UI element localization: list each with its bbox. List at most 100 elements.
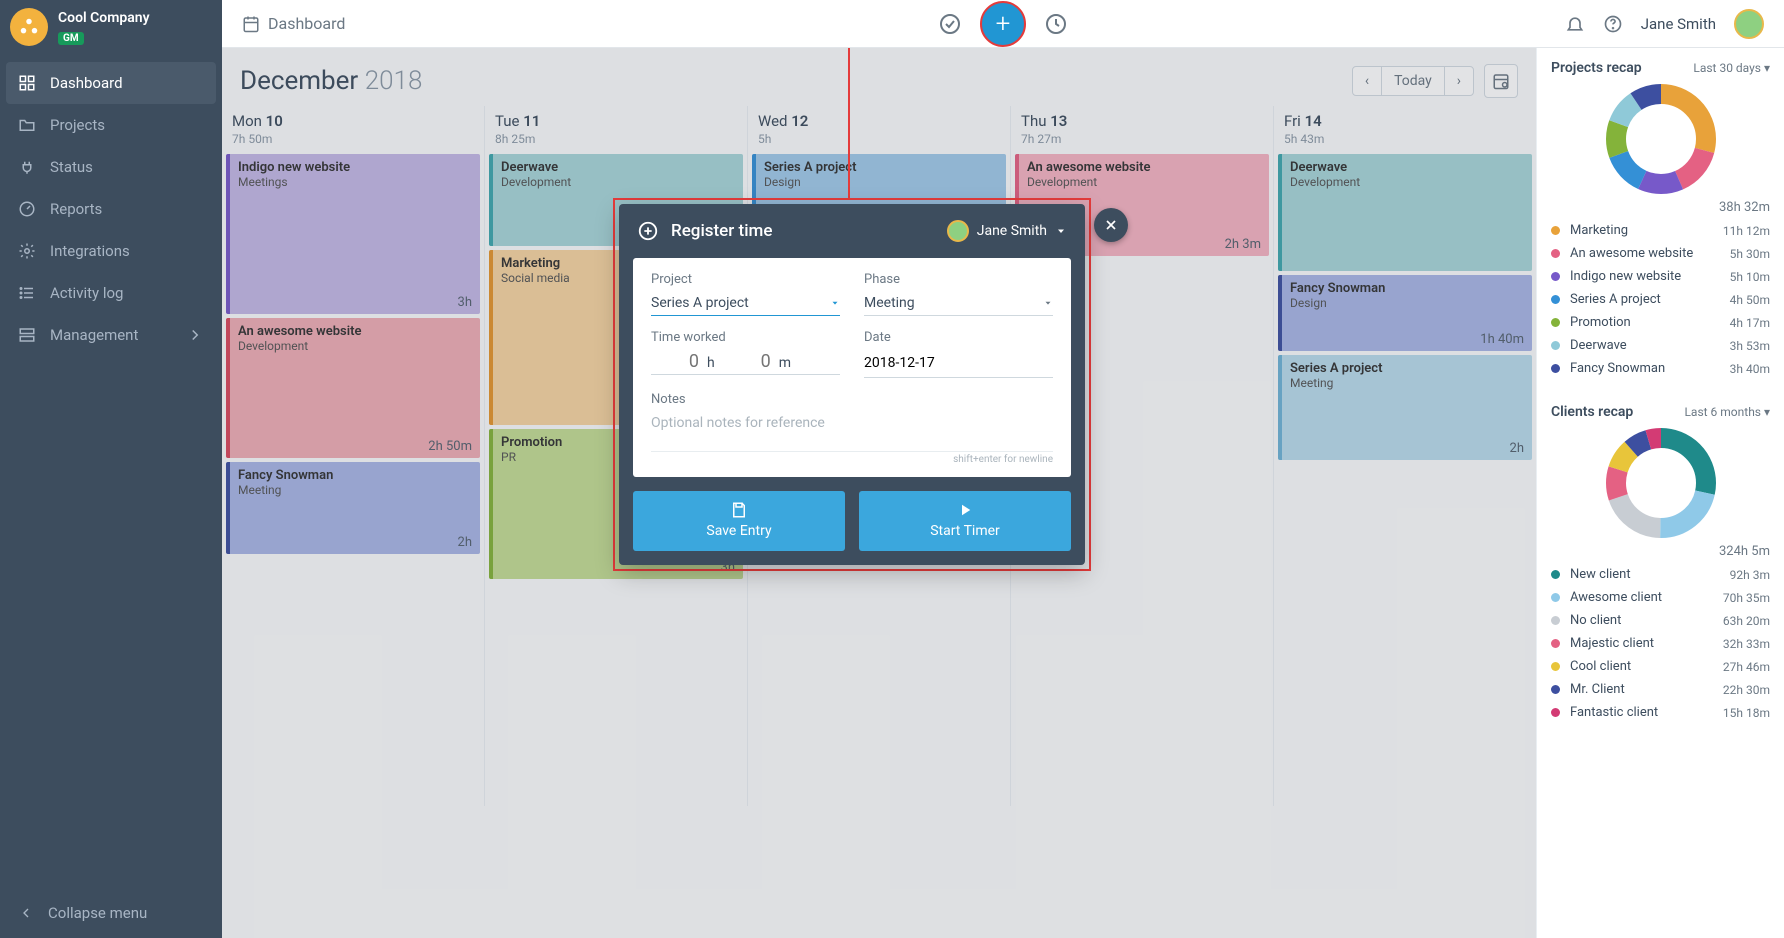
gauge-icon — [18, 200, 36, 218]
recap-row[interactable]: Cool client27h 46m — [1551, 659, 1770, 674]
recap-total: 324h 5m — [1551, 544, 1770, 559]
sidebar: Cool Company GM Dashboard Projects Status R… — [0, 0, 222, 938]
recap-title: Clients recap — [1551, 404, 1633, 420]
sidebar-header: Cool Company GM — [0, 0, 222, 54]
recap-row[interactable]: Series A project4h 50m — [1551, 292, 1770, 307]
recap-duration: 5h 30m — [1730, 247, 1770, 261]
recap-row[interactable]: Fantastic client15h 18m — [1551, 705, 1770, 720]
notes-input[interactable] — [651, 411, 1053, 451]
phase-select[interactable]: Meeting — [864, 291, 1053, 316]
nav-label: Status — [50, 158, 93, 176]
nav-label: Reports — [50, 200, 102, 218]
modal-user-name: Jane Smith — [977, 223, 1047, 239]
recap-range-select[interactable]: Last 6 months ▾ — [1684, 405, 1770, 419]
recap-duration: 4h 17m — [1730, 316, 1770, 330]
recap-list: New client92h 3m Awesome client70h 35m No … — [1551, 567, 1770, 720]
bell-icon[interactable] — [1565, 14, 1585, 34]
add-button[interactable]: + — [980, 1, 1026, 47]
help-icon[interactable] — [1603, 14, 1623, 34]
recap-row[interactable]: Awesome client70h 35m — [1551, 590, 1770, 605]
color-dot — [1551, 570, 1560, 579]
nav-label: Dashboard — [50, 74, 123, 92]
donut-chart — [1606, 428, 1716, 538]
list-icon — [18, 284, 36, 302]
recap-duration: 32h 33m — [1723, 637, 1770, 651]
chevron-left-icon — [18, 905, 34, 921]
color-dot — [1551, 272, 1560, 281]
save-entry-button[interactable]: Save Entry — [633, 491, 845, 551]
donut-chart — [1606, 84, 1716, 194]
avatar-icon — [947, 220, 969, 242]
start-timer-button[interactable]: Start Timer — [859, 491, 1071, 551]
date-input[interactable] — [864, 349, 1053, 378]
dashboard-icon — [18, 74, 36, 92]
recap-range-select[interactable]: Last 30 days ▾ — [1693, 61, 1770, 75]
gear-icon — [18, 242, 36, 260]
projects-recap: Projects recapLast 30 days ▾38h 32mMarke… — [1551, 60, 1770, 376]
color-dot — [1551, 295, 1560, 304]
nav-item-dashboard[interactable]: Dashboard — [6, 62, 216, 104]
project-select[interactable]: Series A project — [651, 291, 840, 316]
hours-input[interactable] — [651, 351, 699, 372]
plus-circle-icon — [637, 220, 659, 242]
company-logo-icon — [10, 8, 48, 46]
clock-icon[interactable] — [1044, 12, 1068, 36]
topbar: Dashboard + Jane Smith — [222, 0, 1784, 48]
modal-user-select[interactable]: Jane Smith — [947, 220, 1067, 242]
save-label: Save Entry — [706, 523, 771, 539]
recap-duration: 15h 18m — [1723, 706, 1770, 720]
nav-label: Management — [50, 326, 138, 344]
recap-row[interactable]: Promotion4h 17m — [1551, 315, 1770, 330]
recap-duration: 11h 12m — [1723, 224, 1770, 238]
phase-value: Meeting — [864, 295, 915, 311]
recap-row[interactable]: Majestic client32h 33m — [1551, 636, 1770, 651]
close-button[interactable] — [1094, 208, 1128, 242]
calendar-icon — [242, 15, 260, 33]
nav-item-status[interactable]: Status — [0, 146, 222, 188]
recap-row[interactable]: Fancy Snowman3h 40m — [1551, 361, 1770, 376]
nav: Dashboard Projects Status Reports Integratio… — [0, 62, 222, 356]
save-icon — [730, 501, 748, 519]
chevron-down-icon — [1055, 225, 1067, 237]
nav-item-management[interactable]: Management — [0, 314, 222, 356]
recap-duration: 27h 46m — [1723, 660, 1770, 674]
company-badge: GM — [58, 32, 84, 45]
color-dot — [1551, 341, 1560, 350]
recap-row[interactable]: Mr. Client22h 30m — [1551, 682, 1770, 697]
recap-row[interactable]: Deerwave3h 53m — [1551, 338, 1770, 353]
recap-name: Majestic client — [1570, 636, 1723, 651]
recap-row[interactable]: No client63h 20m — [1551, 613, 1770, 628]
minutes-input[interactable] — [723, 351, 771, 372]
phase-field: Phase Meeting — [864, 272, 1053, 316]
recap-row[interactable]: New client92h 3m — [1551, 567, 1770, 582]
recap-row[interactable]: An awesome website5h 30m — [1551, 246, 1770, 261]
avatar[interactable] — [1734, 9, 1764, 39]
plug-icon — [18, 158, 36, 176]
nav-item-reports[interactable]: Reports — [0, 188, 222, 230]
right-panel: Projects recapLast 30 days ▾38h 32mMarke… — [1536, 48, 1784, 938]
check-circle-icon[interactable] — [938, 12, 962, 36]
time-worked-field: Time worked h m — [651, 330, 840, 378]
nav-item-projects[interactable]: Projects — [0, 104, 222, 146]
recap-row[interactable]: Indigo new website5h 10m — [1551, 269, 1770, 284]
nav-label: Integrations — [50, 242, 130, 260]
recap-row[interactable]: Marketing11h 12m — [1551, 223, 1770, 238]
user-name[interactable]: Jane Smith — [1641, 15, 1716, 33]
recap-name: Mr. Client — [1570, 682, 1723, 697]
breadcrumb: Dashboard — [242, 14, 345, 33]
play-icon — [956, 501, 974, 519]
color-dot — [1551, 685, 1560, 694]
recap-name: Indigo new website — [1570, 269, 1730, 284]
nav-item-activity-log[interactable]: Activity log — [0, 272, 222, 314]
recap-name: Cool client — [1570, 659, 1723, 674]
color-dot — [1551, 249, 1560, 258]
color-dot — [1551, 318, 1560, 327]
recap-name: No client — [1570, 613, 1723, 628]
recap-name: Marketing — [1570, 223, 1723, 238]
time-label: Time worked — [651, 330, 840, 345]
nav-item-integrations[interactable]: Integrations — [0, 230, 222, 272]
modal-body: Project Series A project Phase Meeting — [633, 258, 1071, 477]
color-dot — [1551, 662, 1560, 671]
modal-title: Register time — [671, 221, 772, 241]
collapse-menu[interactable]: Collapse menu — [0, 888, 222, 938]
